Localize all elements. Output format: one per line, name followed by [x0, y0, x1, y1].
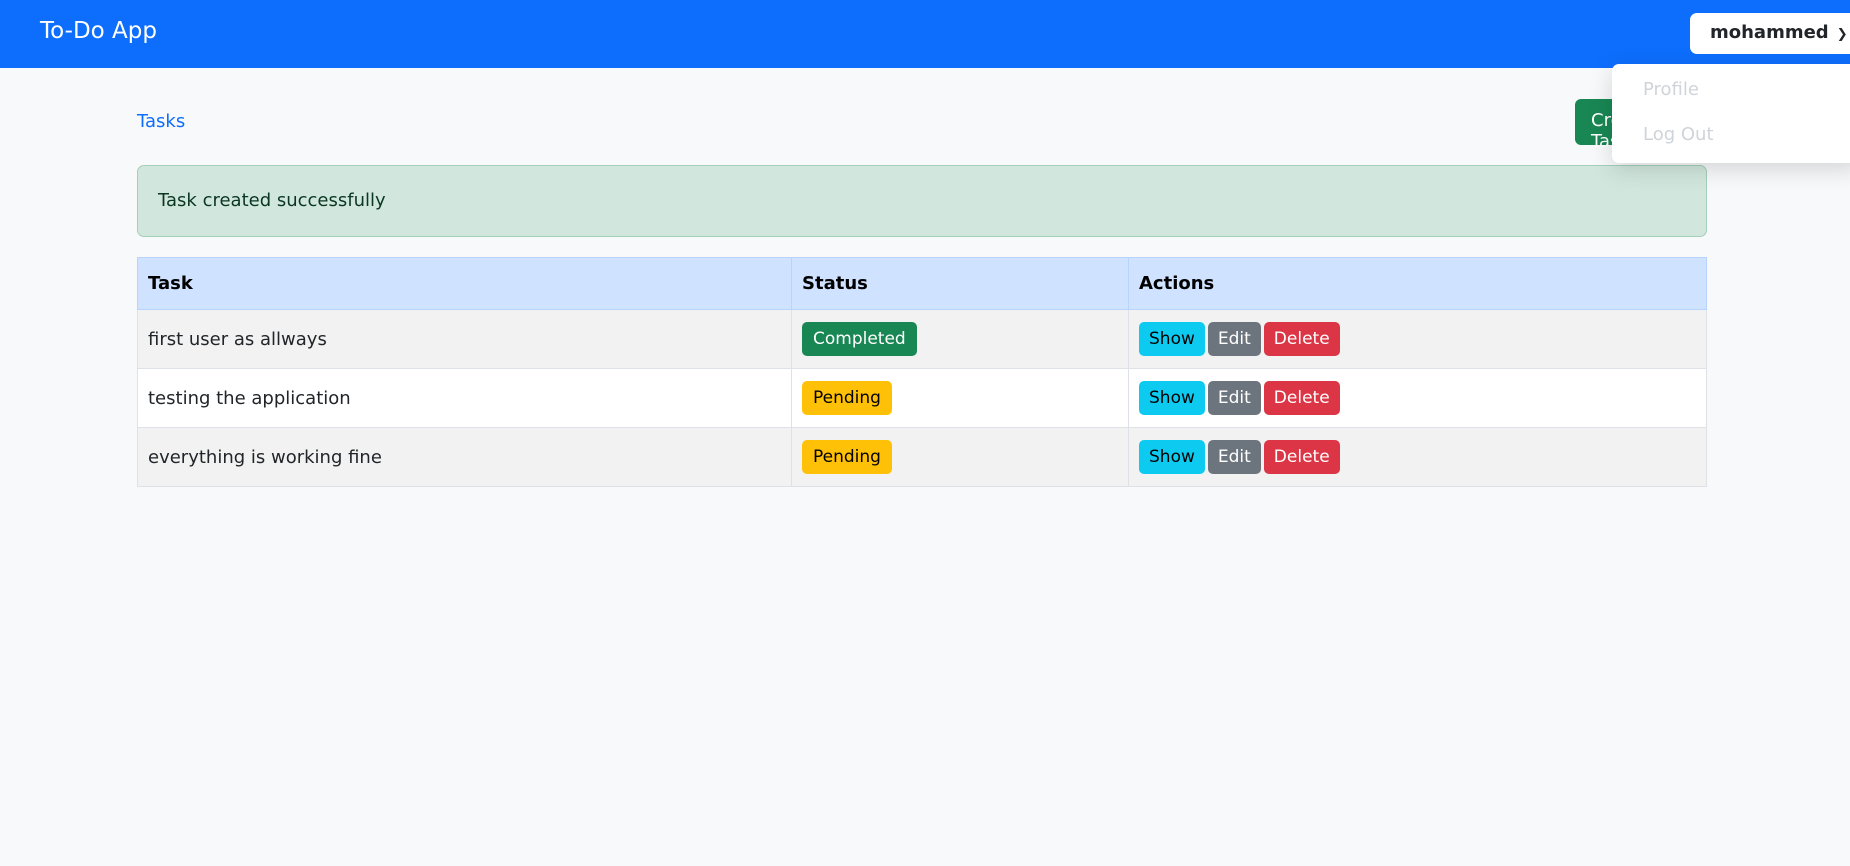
menu-item-profile[interactable]: Profile	[1643, 79, 1699, 100]
edit-button[interactable]: Edit	[1207, 440, 1261, 474]
show-button[interactable]: Show	[1139, 322, 1205, 356]
navbar: To-Do App mohammed ❯	[0, 0, 1850, 68]
status-badge: Pending	[802, 381, 892, 415]
delete-button[interactable]: Delete	[1263, 440, 1340, 474]
header-status: Status	[791, 257, 1129, 310]
edit-button[interactable]: Edit	[1207, 381, 1261, 415]
app-brand[interactable]: To-Do App	[40, 18, 157, 44]
tasks-link[interactable]: Tasks	[137, 111, 185, 132]
username: mohammed	[1710, 22, 1829, 43]
tasks-table: Task Status Actions first user as allway…	[137, 257, 1707, 487]
user-dropdown-button[interactable]: mohammed ❯	[1690, 13, 1850, 54]
task-name: first user as allways	[137, 309, 792, 369]
show-button[interactable]: Show	[1139, 381, 1205, 415]
delete-button[interactable]: Delete	[1263, 381, 1340, 415]
user-dropdown-menu: Profile Log Out	[1612, 64, 1850, 163]
menu-item-logout[interactable]: Log Out	[1643, 124, 1714, 145]
task-name: testing the application	[137, 368, 792, 428]
status-badge: Pending	[802, 440, 892, 474]
status-badge: Completed	[802, 322, 917, 356]
delete-button[interactable]: Delete	[1263, 322, 1340, 356]
header-task: Task	[137, 257, 792, 310]
success-alert: Task created successfully	[137, 165, 1707, 237]
edit-button[interactable]: Edit	[1207, 322, 1261, 356]
chevron-down-icon: ❯	[1836, 27, 1848, 42]
show-button[interactable]: Show	[1139, 440, 1205, 474]
table-row: everything is working fine Pending Show E…	[137, 427, 1707, 487]
table-row: first user as allways Completed Show Edit…	[137, 309, 1707, 369]
task-name: everything is working fine	[137, 427, 792, 487]
table-row: testing the application Pending Show Edit…	[137, 368, 1707, 428]
header-actions: Actions	[1128, 257, 1707, 310]
